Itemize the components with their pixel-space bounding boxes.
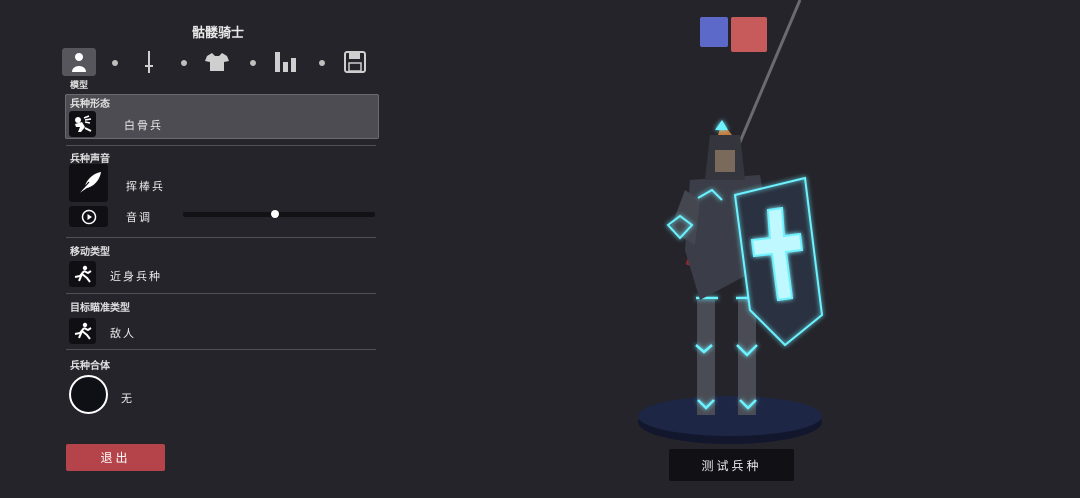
tab-separator-dot [319, 60, 325, 66]
tab-separator-dot [250, 60, 256, 66]
unit-form-icon-box [69, 111, 96, 137]
unit-title: 骷髅骑士 [191, 26, 244, 41]
unit-person-icon [72, 53, 86, 72]
unit-form-label: 兵种形态 [70, 99, 110, 110]
skeleton-icon [74, 115, 91, 132]
unit-sound-label: 兵种声音 [70, 154, 110, 165]
section-divider [66, 349, 376, 350]
targeting-type-value: 敌人 [110, 327, 136, 340]
movement-type-value: 近身兵种 [110, 270, 162, 283]
test-unit-button[interactable]: 测试兵种 [669, 449, 794, 481]
exit-button[interactable]: 退出 [66, 444, 165, 471]
tab-separator-dot [112, 60, 118, 66]
section-divider [66, 237, 376, 238]
unit-combine-button[interactable] [69, 375, 108, 414]
movement-type-button[interactable] [69, 261, 96, 287]
movement-type-label: 移动类型 [70, 247, 110, 258]
unit-form-row[interactable] [65, 94, 379, 139]
unit-sound-value: 挥棒兵 [126, 180, 165, 193]
unit-form-value: 白骨兵 [124, 119, 163, 132]
tab-armor[interactable] [200, 48, 234, 76]
stats-bars-icon [275, 52, 296, 72]
tab-weapons[interactable] [132, 48, 166, 76]
tab-stats[interactable] [269, 48, 303, 76]
save-disk-icon [344, 51, 366, 73]
model-label: 模型 [70, 81, 89, 91]
unit-combine-label: 兵种合体 [70, 361, 110, 372]
editor-tab-bar [62, 48, 372, 78]
unit-sound-button[interactable] [69, 164, 108, 202]
pitch-label: 音调 [126, 211, 152, 224]
sword-icon [145, 51, 153, 73]
tab-unit[interactable] [62, 48, 96, 76]
running-icon [74, 322, 92, 340]
tab-separator-dot [181, 60, 187, 66]
play-icon [81, 209, 96, 224]
section-divider [66, 145, 376, 146]
pitch-slider-track[interactable] [183, 212, 375, 217]
feather-icon [77, 172, 101, 195]
running-icon [74, 265, 92, 283]
unit-combine-value: 无 [121, 392, 134, 405]
targeting-type-button[interactable] [69, 318, 96, 344]
section-divider [66, 293, 376, 294]
tab-save[interactable] [338, 48, 372, 76]
armor-shirt-icon [205, 53, 229, 71]
unit-preview-model [638, 0, 824, 444]
targeting-type-label: 目标瞄准类型 [70, 303, 130, 314]
play-sound-button[interactable] [69, 206, 108, 227]
